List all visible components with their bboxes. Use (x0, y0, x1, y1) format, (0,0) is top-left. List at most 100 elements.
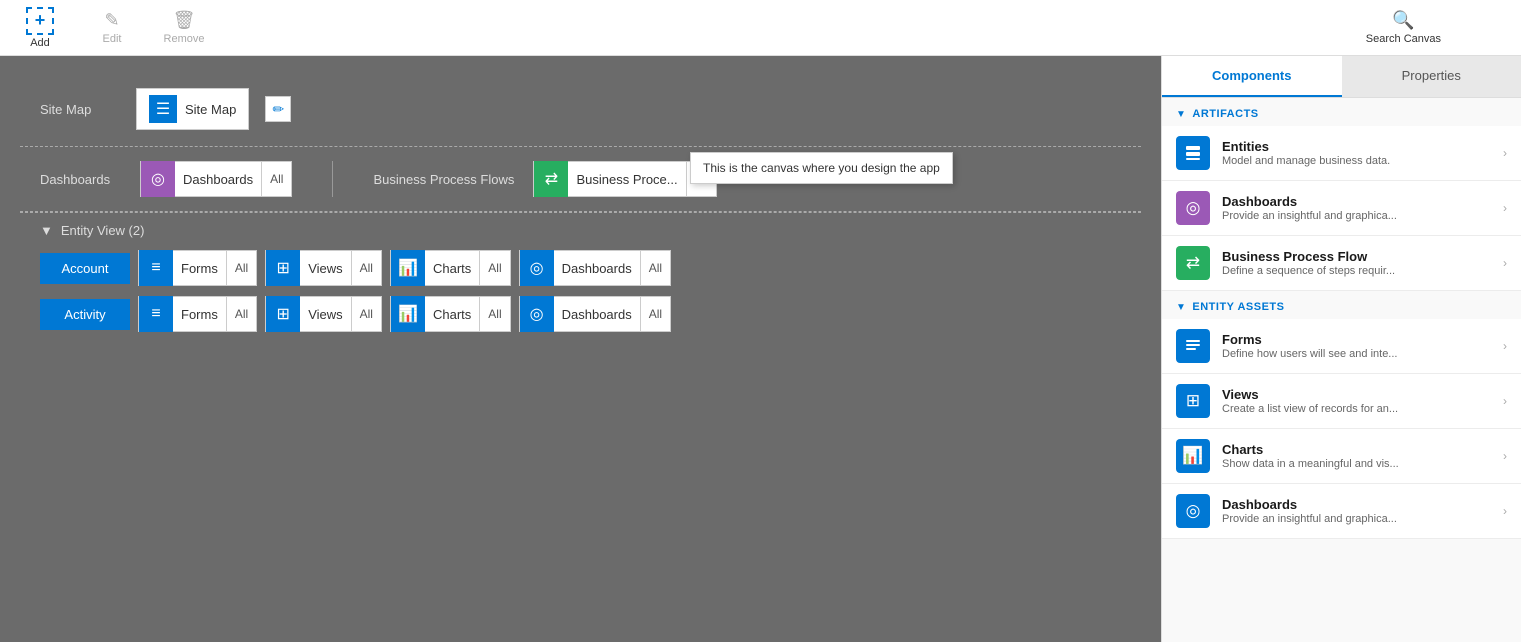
activity-dashboards-badge: All (640, 297, 670, 331)
sitemap-edit-button[interactable]: ✏ (265, 96, 291, 122)
dashboards-card-name: Dashboards (175, 172, 261, 187)
account-entity-button[interactable]: Account (40, 253, 130, 284)
sitemap-section-label: Site Map (40, 102, 120, 117)
account-views-card[interactable]: ⊞ Views All (265, 250, 382, 286)
activity-views-card[interactable]: ⊞ Views All (265, 296, 382, 332)
panel-item-dashboards-artifacts[interactable]: ◎ Dashboards Provide an insightful and g… (1162, 181, 1521, 236)
sitemap-row: Site Map ☰ Site Map ✏ (20, 72, 1141, 146)
dashboards-artifacts-desc: Provide an insightful and graphica... (1222, 210, 1491, 222)
artifacts-arrow-icon: ▼ (1176, 109, 1186, 120)
activity-views-badge: All (351, 297, 381, 331)
bpf-text: Business Process Flow Define a sequence … (1222, 249, 1491, 277)
right-panel: Components Properties ▼ ARTIFACTS Entiti… (1161, 56, 1521, 642)
add-icon: + (26, 7, 54, 35)
artifacts-section-title: ARTIFACTS (1192, 108, 1258, 120)
account-dashboards-badge: All (640, 251, 670, 285)
panel-item-views[interactable]: ⊞ Views Create a list view of records fo… (1162, 374, 1521, 429)
activity-dashboards-card[interactable]: ◎ Dashboards All (519, 296, 671, 332)
activity-forms-name: Forms (173, 307, 226, 322)
search-canvas-button[interactable]: 🔍 Search Canvas (1366, 10, 1441, 45)
dashboards-assets-desc: Provide an insightful and graphica... (1222, 513, 1491, 525)
account-forms-badge: All (226, 251, 256, 285)
remove-label: Remove (164, 33, 205, 45)
entity-view-collapse-icon: ▼ (40, 223, 53, 238)
dashboards-artifacts-text: Dashboards Provide an insightful and gra… (1222, 194, 1491, 222)
edit-button[interactable]: ✎ Edit (88, 10, 136, 45)
panel-item-forms[interactable]: Forms Define how users will see and inte… (1162, 319, 1521, 374)
canvas-area[interactable]: This is the canvas where you design the … (0, 56, 1161, 642)
edit-label: Edit (103, 33, 122, 45)
tab-components[interactable]: Components (1162, 56, 1342, 97)
sitemap-card[interactable]: ☰ Site Map (136, 88, 249, 130)
panel-item-charts[interactable]: 📊 Charts Show data in a meaningful and v… (1162, 429, 1521, 484)
activity-dashboards-icon: ◎ (520, 296, 554, 332)
entities-text: Entities Model and manage business data. (1222, 139, 1491, 167)
add-button[interactable]: + Add (16, 7, 64, 49)
canvas-tooltip: This is the canvas where you design the … (690, 152, 953, 184)
entity-view-title: Entity View (2) (61, 223, 145, 238)
dashboards-card-icon: ◎ (141, 161, 175, 197)
activity-views-name: Views (300, 307, 350, 322)
bpf-desc: Define a sequence of steps requir... (1222, 265, 1491, 277)
panel-tabs: Components Properties (1162, 56, 1521, 98)
panel-item-entities[interactable]: Entities Model and manage business data.… (1162, 126, 1521, 181)
panel-item-bpf[interactable]: ⇄ Business Process Flow Define a sequenc… (1162, 236, 1521, 291)
canvas-inner: This is the canvas where you design the … (0, 56, 1161, 368)
dashboards-assets-title: Dashboards (1222, 497, 1491, 512)
account-views-badge: All (351, 251, 381, 285)
search-canvas-label: Search Canvas (1366, 33, 1441, 45)
charts-title: Charts (1222, 442, 1491, 457)
panel-views-icon: ⊞ (1176, 384, 1210, 418)
entity-view-header[interactable]: ▼ Entity View (2) (40, 223, 1121, 238)
panel-forms-icon (1176, 329, 1210, 363)
account-dashboards-name: Dashboards (554, 261, 640, 276)
forms-desc: Define how users will see and inte... (1222, 348, 1491, 360)
account-forms-card[interactable]: ≡ Forms All (138, 250, 257, 286)
entities-desc: Model and manage business data. (1222, 155, 1491, 167)
remove-icon: 🗑 (173, 10, 196, 31)
account-charts-name: Charts (425, 261, 479, 276)
entity-assets-section-title: ENTITY ASSETS (1192, 301, 1284, 313)
toolbar: + Add ✎ Edit 🗑 Remove 🔍 Search Canvas (0, 0, 1521, 56)
activity-charts-card[interactable]: 📊 Charts All (390, 296, 511, 332)
dashboards-assets-text: Dashboards Provide an insightful and gra… (1222, 497, 1491, 525)
entity-assets-arrow-icon: ▼ (1176, 302, 1186, 313)
activity-entity-button[interactable]: Activity (40, 299, 130, 330)
entity-row-activity: Activity ≡ Forms All ⊞ Views All 📊 Chart… (40, 296, 1121, 332)
forms-title: Forms (1222, 332, 1491, 347)
dashboards-row: Dashboards ◎ Dashboards All Business Pro… (20, 146, 1141, 212)
sitemap-card-name: Site Map (185, 102, 236, 117)
dashboards-artifacts-chevron-icon: › (1503, 201, 1507, 215)
dashboards-card[interactable]: ◎ Dashboards All (140, 161, 292, 197)
account-dashboards-card[interactable]: ◎ Dashboards All (519, 250, 671, 286)
charts-desc: Show data in a meaningful and vis... (1222, 458, 1491, 470)
entity-assets-section-header: ▼ ENTITY ASSETS (1162, 291, 1521, 319)
account-forms-name: Forms (173, 261, 226, 276)
activity-forms-card[interactable]: ≡ Forms All (138, 296, 257, 332)
views-icon: ⊞ (266, 250, 300, 286)
charts-text: Charts Show data in a meaningful and vis… (1222, 442, 1491, 470)
entity-view-section: ▼ Entity View (2) Account ≡ Forms All ⊞ … (20, 212, 1141, 352)
dashboards-section-label: Dashboards (40, 172, 140, 187)
account-views-name: Views (300, 261, 350, 276)
artifacts-section-header: ▼ ARTIFACTS (1162, 98, 1521, 126)
remove-button[interactable]: 🗑 Remove (160, 10, 208, 45)
activity-views-icon: ⊞ (266, 296, 300, 332)
entities-icon (1176, 136, 1210, 170)
views-chevron-icon: › (1503, 394, 1507, 408)
activity-charts-icon: 📊 (391, 296, 425, 332)
panel-bpf-icon: ⇄ (1176, 246, 1210, 280)
activity-forms-badge: All (226, 297, 256, 331)
entities-chevron-icon: › (1503, 146, 1507, 160)
activity-charts-name: Charts (425, 307, 479, 322)
charts-icon: 📊 (391, 250, 425, 286)
dashboards-assets-chevron-icon: › (1503, 504, 1507, 518)
views-text: Views Create a list view of records for … (1222, 387, 1491, 415)
main-layout: This is the canvas where you design the … (0, 56, 1521, 642)
tab-properties[interactable]: Properties (1342, 56, 1521, 97)
account-charts-card[interactable]: 📊 Charts All (390, 250, 511, 286)
bpf-section-label: Business Process Flows (373, 172, 533, 187)
edit-icon: ✎ (104, 10, 119, 31)
panel-item-dashboards-assets[interactable]: ◎ Dashboards Provide an insightful and g… (1162, 484, 1521, 539)
entity-row-account: Account ≡ Forms All ⊞ Views All 📊 Charts (40, 250, 1121, 286)
